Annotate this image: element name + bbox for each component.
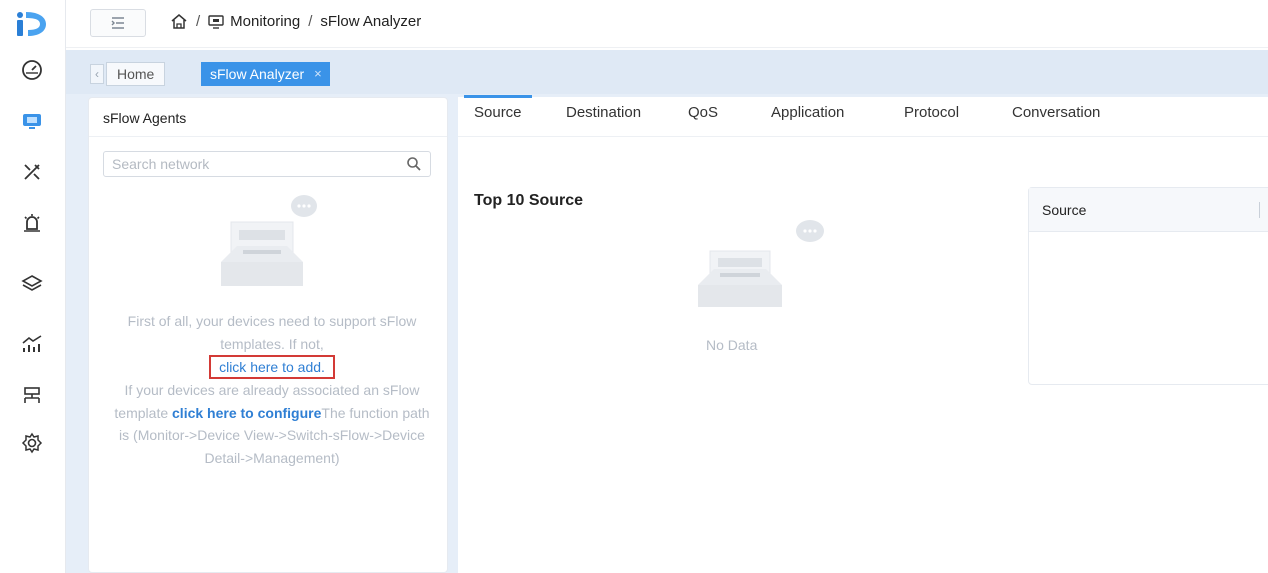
sidebar-toggle-button[interactable] <box>90 9 146 37</box>
empty-inbox-illustration <box>221 195 317 286</box>
tab-home[interactable]: Home <box>106 62 166 86</box>
sflow-agents-panel: sFlow Agents First of all, your devices … <box>88 97 448 573</box>
tab-sflow-analyzer-label: sFlow Analyzer <box>210 66 305 82</box>
search-box <box>103 151 431 177</box>
column-header-source[interactable]: Source <box>1042 202 1086 218</box>
help-text: First of all, your devices need to suppo… <box>113 310 431 469</box>
panel-divider <box>89 136 447 137</box>
tab-scroll-left-button[interactable]: ‹ <box>90 64 104 84</box>
home-icon[interactable] <box>170 13 188 30</box>
search-icon[interactable] <box>406 156 422 172</box>
topology-icon[interactable] <box>21 385 43 407</box>
panel-title: sFlow Agents <box>103 110 187 126</box>
breadcrumb-item-monitoring[interactable]: Monitoring <box>230 13 300 30</box>
table-header: Source <box>1029 188 1268 232</box>
tab-destination[interactable]: Destination <box>566 104 641 121</box>
tools-icon[interactable] <box>21 161 43 183</box>
tab-qos[interactable]: QoS <box>688 104 718 121</box>
analysis-tabs: Source Destination QoS Application Proto… <box>458 95 1268 137</box>
help-line-1: First of all, your devices need to suppo… <box>127 313 417 352</box>
alarm-icon[interactable] <box>21 212 43 234</box>
tab-sflow-analyzer[interactable]: sFlow Analyzer × <box>201 62 330 86</box>
add-template-link[interactable]: click here to add. <box>209 355 335 379</box>
settings-icon[interactable] <box>21 432 43 454</box>
breadcrumb-item-sflow-analyzer: sFlow Analyzer <box>320 13 422 30</box>
no-data-illustration <box>698 220 824 307</box>
breadcrumb: / Monitoring / sFlow Analyzer <box>170 13 421 30</box>
tab-protocol[interactable]: Protocol <box>904 104 959 121</box>
logo-icon[interactable] <box>14 8 48 38</box>
menu-collapse-icon <box>111 17 124 29</box>
column-separator <box>1259 202 1260 218</box>
breadcrumb-separator: / <box>196 13 201 30</box>
tab-application[interactable]: Application <box>771 104 844 121</box>
top-header: / Monitoring / sFlow Analyzer <box>66 0 1268 48</box>
dashboard-icon[interactable] <box>21 59 43 81</box>
breadcrumb-separator: / <box>308 13 313 30</box>
section-title: Top 10 Source <box>474 192 584 209</box>
configure-template-link[interactable]: click here to configure <box>172 405 321 421</box>
tab-conversation[interactable]: Conversation <box>1012 104 1100 121</box>
layers-icon[interactable] <box>21 273 43 295</box>
nav-rail <box>0 0 66 573</box>
main-panel: Source Destination QoS Application Proto… <box>458 95 1268 573</box>
search-input[interactable] <box>104 152 394 176</box>
no-data-text: No Data <box>706 337 758 353</box>
monitoring-icon[interactable] <box>21 110 43 132</box>
close-icon[interactable]: × <box>314 62 322 86</box>
page-tab-bar: ‹ Home sFlow Analyzer × <box>66 50 1268 94</box>
tab-source[interactable]: Source <box>464 95 531 121</box>
analytics-icon[interactable] <box>21 333 43 355</box>
monitor-icon <box>208 14 224 29</box>
source-table: Source <box>1028 187 1268 385</box>
